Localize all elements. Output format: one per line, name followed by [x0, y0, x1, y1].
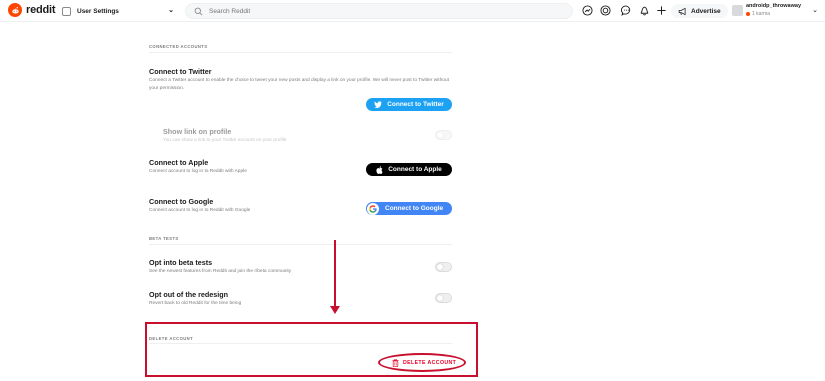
chat-icon[interactable]	[621, 5, 632, 16]
twitter-description: Connect a Twitter account to enable the …	[149, 78, 449, 91]
advertise-label: Advertise	[691, 7, 721, 15]
settings-page-icon	[62, 6, 71, 16]
opt-out-redesign-title: Opt out of the redesign	[149, 290, 229, 299]
section-title-connected-accounts: CONNECTED ACCOUNTS	[149, 44, 208, 49]
opt-out-redesign-description: Revert back to old Reddit for the time b…	[149, 301, 242, 306]
connect-apple-button[interactable]: Connect to Apple	[366, 163, 452, 176]
section-title-beta-tests: BETA TESTS	[149, 236, 179, 241]
username: androidp_throwaway	[746, 3, 802, 9]
chevron-down-icon: ⌄	[168, 7, 174, 14]
avatar	[732, 5, 743, 16]
opt-out-redesign-toggle[interactable]	[435, 293, 452, 303]
twitter-bird-icon	[374, 101, 382, 108]
megaphone-icon	[678, 7, 686, 15]
opt-in-beta-toggle[interactable]	[435, 262, 452, 272]
apple-logo-icon	[376, 165, 383, 174]
show-link-toggle[interactable]	[435, 130, 452, 140]
google-title: Connect to Google	[149, 197, 214, 206]
chevron-down-icon: ⌄	[812, 7, 818, 14]
annotation-arrow	[334, 240, 336, 310]
google-g-icon	[367, 202, 379, 215]
reddit-alien-icon	[8, 3, 22, 17]
divider	[149, 244, 452, 245]
popular-icon[interactable]	[582, 5, 593, 16]
show-link-description: You can show a link to your Twitter acco…	[163, 138, 287, 143]
search-bar[interactable]	[185, 3, 573, 19]
coins-icon[interactable]	[600, 5, 611, 16]
page-dropdown[interactable]: User Settings ⌄	[62, 3, 178, 19]
karma-count: 1 karma	[746, 11, 770, 17]
annotation-arrow-head	[330, 306, 340, 314]
top-navbar: reddit User Settings ⌄ Advertise android…	[0, 0, 825, 22]
reddit-logo[interactable]: reddit	[8, 3, 56, 17]
connect-apple-label: Connect to Apple	[388, 166, 442, 173]
google-description: Connect account to log in to Reddit with…	[149, 208, 251, 213]
annotation-highlight-ellipse	[378, 353, 466, 372]
twitter-title: Connect to Twitter	[149, 67, 212, 76]
search-icon	[194, 7, 203, 15]
advertise-button[interactable]: Advertise	[671, 4, 728, 18]
reddit-wordmark: reddit	[26, 4, 56, 16]
connect-twitter-label: Connect to Twitter	[387, 101, 444, 108]
user-menu[interactable]: androidp_throwaway 1 karma ⌄	[730, 2, 820, 20]
plus-icon[interactable]	[656, 5, 667, 16]
karma-label: 1 karma	[752, 11, 771, 17]
karma-icon	[746, 12, 750, 16]
connect-twitter-button[interactable]: Connect to Twitter	[366, 98, 452, 111]
connect-google-button[interactable]: Connect to Google	[366, 202, 452, 215]
bell-icon[interactable]	[639, 5, 650, 16]
apple-description: Connect account to log in to Reddit with…	[149, 169, 247, 174]
divider	[149, 52, 452, 53]
apple-title: Connect to Apple	[149, 158, 209, 167]
opt-in-beta-title: Opt into beta tests	[149, 258, 213, 267]
connect-google-label: Connect to Google	[385, 205, 444, 212]
dropdown-label: User Settings	[77, 7, 119, 15]
show-link-title: Show link on profile	[163, 127, 232, 136]
opt-in-beta-description: See the newest features from Reddit and …	[149, 269, 292, 274]
search-input[interactable]	[209, 7, 509, 15]
